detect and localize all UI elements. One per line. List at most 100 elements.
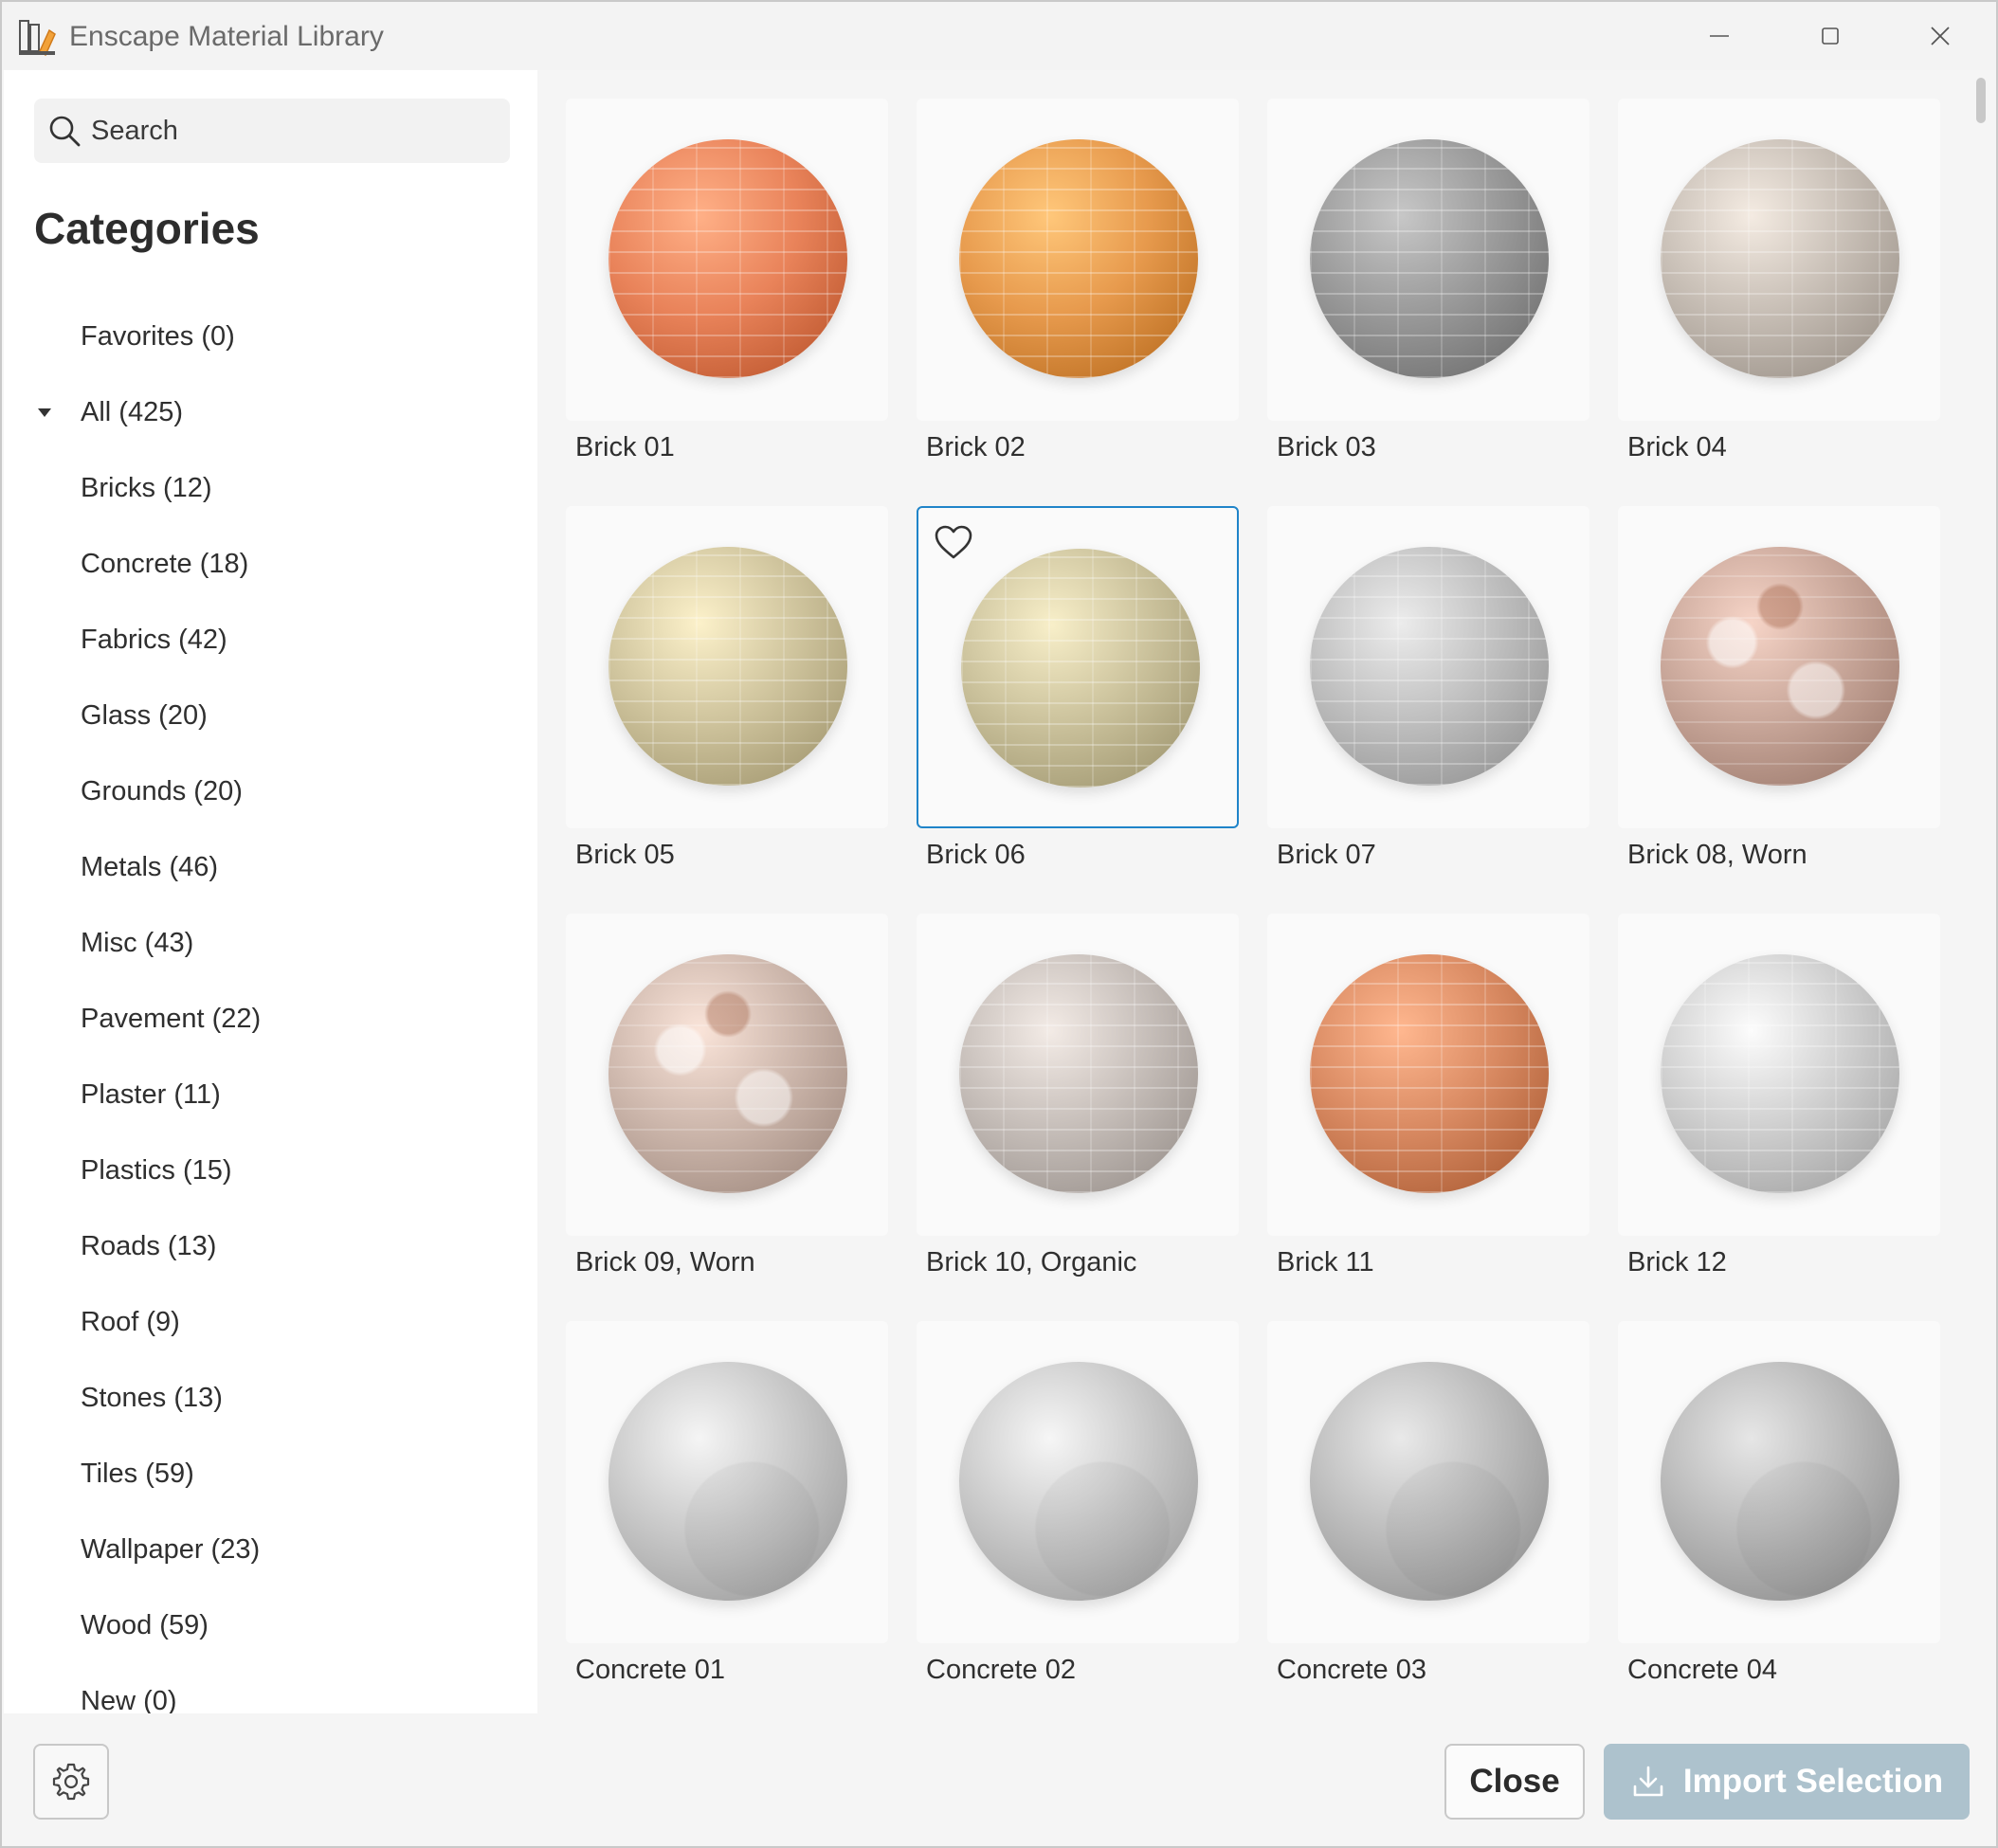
category-item-plastics[interactable]: Plastics (15) [4, 1137, 537, 1204]
category-label: Tiles (59) [81, 1458, 194, 1489]
material-thumbnail[interactable] [1267, 506, 1589, 828]
material-thumbnail[interactable] [566, 1321, 888, 1643]
material-thumbnail[interactable] [566, 99, 888, 421]
material-card[interactable]: Brick 02 [917, 99, 1267, 497]
material-card[interactable]: Brick 07 [1267, 506, 1618, 904]
material-sphere-preview [1661, 1362, 1899, 1601]
material-sphere-preview [1661, 139, 1899, 378]
material-thumbnail[interactable] [1618, 506, 1940, 828]
scrollbar-thumb[interactable] [1976, 78, 1986, 123]
minimize-button[interactable] [1667, 9, 1771, 63]
category-item-metals[interactable]: Metals (46) [4, 834, 537, 900]
material-thumbnail[interactable] [1618, 99, 1940, 421]
category-label: Roof (9) [81, 1306, 180, 1337]
category-label: Glass (20) [81, 699, 208, 731]
category-label: New (0) [81, 1685, 177, 1716]
material-thumbnail[interactable] [566, 506, 888, 828]
category-item-plaster[interactable]: Plaster (11) [4, 1061, 537, 1128]
material-card[interactable]: Concrete 03 [1267, 1321, 1618, 1719]
material-card[interactable]: Concrete 04 [1618, 1321, 1969, 1719]
maximize-icon [1822, 27, 1839, 45]
category-item-tiles[interactable]: Tiles (59) [4, 1440, 537, 1507]
material-thumbnail[interactable] [1267, 99, 1589, 421]
category-label: Wood (59) [81, 1609, 209, 1640]
search-input[interactable] [91, 99, 499, 163]
material-name: Brick 10, Organic [926, 1247, 1137, 1277]
material-thumbnail[interactable] [1618, 914, 1940, 1236]
favorite-heart-icon[interactable] [934, 523, 973, 561]
category-item-roof[interactable]: Roof (9) [4, 1289, 537, 1355]
app-logo-icon [19, 20, 56, 57]
close-icon [1931, 27, 1950, 45]
settings-button[interactable] [33, 1744, 109, 1820]
window-title: Enscape Material Library [69, 21, 384, 52]
material-card[interactable]: Brick 11 [1267, 914, 1618, 1312]
material-card[interactable]: Brick 05 [566, 506, 917, 904]
material-card[interactable]: Concrete 01 [566, 1321, 917, 1719]
material-name: Concrete 04 [1627, 1655, 1777, 1685]
material-library-window: Enscape Material Library Ca [0, 0, 1998, 1848]
material-name: Concrete 01 [575, 1655, 725, 1685]
footer-bar: Close Import Selection [2, 1713, 1996, 1846]
material-card[interactable]: Brick 01 [566, 99, 917, 497]
category-item-wallpaper[interactable]: Wallpaper (23) [4, 1516, 537, 1583]
maximize-button[interactable] [1778, 9, 1882, 63]
category-item-misc[interactable]: Misc (43) [4, 910, 537, 976]
close-button[interactable]: Close [1444, 1744, 1585, 1820]
material-card-selected[interactable]: Brick 06 [917, 506, 1267, 904]
material-thumbnail[interactable] [917, 1321, 1239, 1643]
material-sphere-preview [961, 549, 1200, 788]
material-name: Brick 09, Worn [575, 1247, 755, 1277]
category-item-fabrics[interactable]: Fabrics (42) [4, 607, 537, 673]
search-icon [49, 116, 81, 147]
category-item-bricks[interactable]: Bricks (12) [4, 455, 537, 521]
material-grid: Brick 01 Brick 02 Brick 03 Brick 04 Bric… [537, 70, 1978, 1713]
category-item-concrete[interactable]: Concrete (18) [4, 531, 537, 597]
download-icon [1633, 1766, 1663, 1797]
material-sphere-preview [1310, 1362, 1549, 1601]
material-sphere-preview [1310, 139, 1549, 378]
minimize-icon [1710, 35, 1729, 37]
material-sphere-preview [1310, 954, 1549, 1193]
material-card[interactable]: Brick 03 [1267, 99, 1618, 497]
close-window-button[interactable] [1888, 9, 1992, 63]
material-card[interactable]: Brick 08, Worn [1618, 506, 1969, 904]
material-thumbnail[interactable] [1267, 1321, 1589, 1643]
material-name: Brick 03 [1277, 432, 1376, 462]
category-label: Misc (43) [81, 927, 194, 958]
material-thumbnail[interactable] [917, 99, 1239, 421]
category-item-stones[interactable]: Stones (13) [4, 1365, 537, 1431]
title-bar: Enscape Material Library [2, 2, 1996, 70]
material-sphere-preview [959, 139, 1198, 378]
material-sphere-preview [608, 954, 847, 1193]
category-label: Pavement (22) [81, 1003, 262, 1034]
material-name: Brick 07 [1277, 840, 1376, 870]
material-card[interactable]: Brick 10, Organic [917, 914, 1267, 1312]
category-item-roads[interactable]: Roads (13) [4, 1213, 537, 1279]
material-card[interactable]: Concrete 02 [917, 1321, 1267, 1719]
material-sphere-preview [608, 547, 847, 786]
material-name: Brick 12 [1627, 1247, 1727, 1277]
material-thumbnail[interactable] [1267, 914, 1589, 1236]
material-card[interactable]: Brick 12 [1618, 914, 1969, 1312]
material-thumbnail[interactable] [917, 914, 1239, 1236]
categories-heading: Categories [34, 204, 260, 253]
import-selection-button[interactable]: Import Selection [1604, 1744, 1970, 1820]
search-box[interactable] [34, 99, 510, 163]
material-name: Brick 04 [1627, 432, 1727, 462]
expand-caret-icon[interactable] [38, 408, 51, 417]
category-item-glass[interactable]: Glass (20) [4, 682, 537, 749]
category-item-favorites[interactable]: Favorites (0) [4, 303, 537, 370]
category-item-all[interactable]: All (425) [4, 379, 537, 445]
material-card[interactable]: Brick 09, Worn [566, 914, 917, 1312]
material-thumbnail[interactable] [566, 914, 888, 1236]
category-label: Concrete (18) [81, 548, 249, 579]
category-item-pavement[interactable]: Pavement (22) [4, 986, 537, 1052]
category-label: All (425) [81, 396, 183, 427]
material-thumbnail[interactable] [917, 506, 1239, 828]
material-card[interactable]: Brick 04 [1618, 99, 1969, 497]
category-item-wood[interactable]: Wood (59) [4, 1592, 537, 1658]
material-name: Brick 08, Worn [1627, 840, 1807, 870]
category-item-grounds[interactable]: Grounds (20) [4, 758, 537, 824]
material-thumbnail[interactable] [1618, 1321, 1940, 1643]
